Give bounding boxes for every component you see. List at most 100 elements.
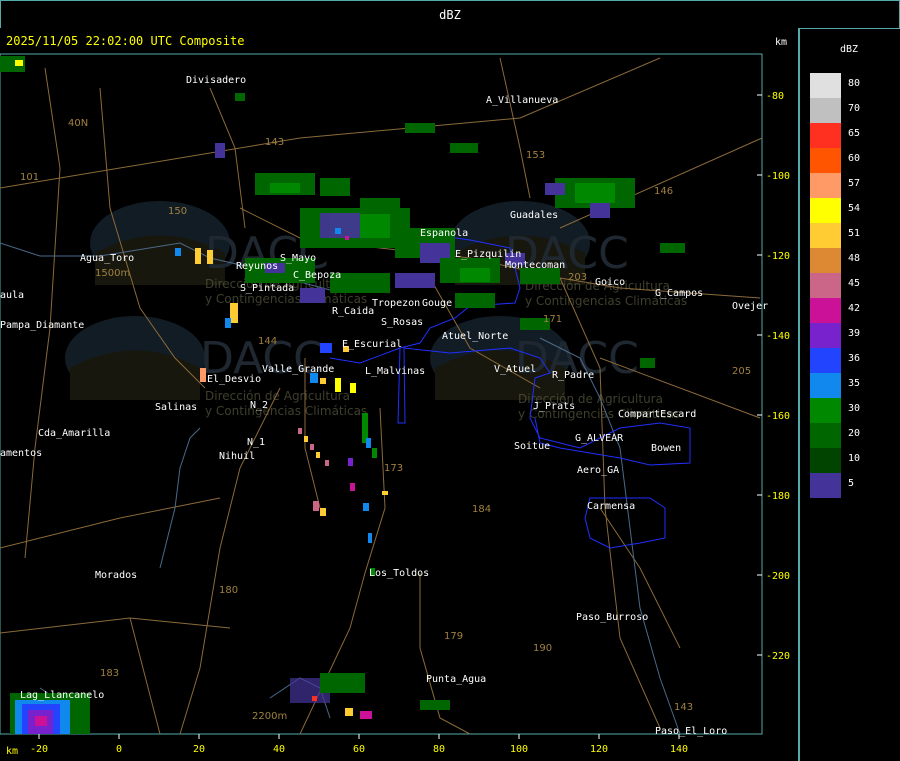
x-tick-label: 100 — [510, 744, 528, 755]
legend-value: 48 — [848, 253, 861, 264]
place-label: CompartEscard — [618, 409, 696, 420]
legend-row: 70 — [810, 98, 900, 123]
legend-value: 36 — [848, 353, 861, 364]
dbz-color-legend: dBZ 80 70 65 60 57 54 51 48 45 42 39 36 35 30 20 10 5 — [799, 28, 900, 761]
place-label: R_Padre — [552, 370, 594, 381]
place-label: Pampa_Diamante — [0, 320, 84, 331]
route-number: 101 — [20, 172, 39, 183]
route-number: 179 — [444, 631, 463, 642]
legend-value: 39 — [848, 328, 861, 339]
x-tick-label: 80 — [433, 744, 445, 755]
place-label: Gouge — [422, 298, 452, 309]
place-label: Soitue — [514, 441, 550, 452]
place-label: Valle_Grande — [262, 364, 334, 375]
place-label: N_2 — [250, 400, 268, 411]
legend-row: 36 — [810, 348, 900, 373]
radar-map-panel[interactable]: DACC DACC DACC DACC Dirección de Agricul… — [0, 28, 799, 761]
place-label: Paso_El_Loro — [655, 726, 727, 737]
place-label: C_Bepoza — [293, 270, 341, 281]
legend-row: 42 — [810, 298, 900, 323]
place-label: G_Campos — [655, 288, 703, 299]
place-label: S_Rosas — [381, 317, 423, 328]
place-label: amentos — [0, 448, 42, 459]
place-label: Nihuil — [219, 451, 255, 462]
legend-swatch — [810, 423, 841, 448]
legend-value: 35 — [848, 378, 861, 389]
x-tick-label: 140 — [670, 744, 688, 755]
x-tick-label: 20 — [193, 744, 205, 755]
legend-row: 48 — [810, 248, 900, 273]
legend-row: 57 — [810, 173, 900, 198]
route-number: 190 — [533, 643, 552, 654]
place-label: E_Escurial — [342, 339, 402, 350]
legend-swatch — [810, 198, 841, 223]
watermark-text: y Contingencias Climáticas — [205, 404, 367, 418]
route-number: 143 — [674, 702, 693, 713]
route-number: 173 — [384, 463, 403, 474]
x-tick-label: -20 — [30, 744, 48, 755]
place-label: Montecoman — [505, 260, 565, 271]
place-label: Paso_Burroso — [576, 612, 648, 623]
legend-row: 10 — [810, 448, 900, 473]
place-label: Tropezon — [372, 298, 420, 309]
legend-row: 35 — [810, 373, 900, 398]
place-label: S_Mayo — [280, 253, 316, 264]
place-label: Lag_Llancanelo — [20, 690, 104, 701]
place-label: Morados — [95, 570, 137, 581]
radar-map[interactable]: DACC DACC DACC DACC Dirección de Agricul… — [0, 28, 798, 761]
legend-swatch — [810, 248, 841, 273]
route-number: 150 — [168, 206, 187, 217]
legend-value: 5 — [848, 478, 855, 489]
route-number: 180 — [219, 585, 238, 596]
legend-swatch — [810, 273, 841, 298]
place-label: 2200m — [252, 711, 287, 722]
place-label: El_Desvio — [207, 374, 261, 385]
place-label: 1500m — [95, 268, 130, 279]
legend-value: 60 — [848, 153, 861, 164]
legend-row: 80 — [810, 73, 900, 98]
place-label: E_Pizquilin — [455, 249, 521, 260]
x-axis-unit: km — [6, 746, 18, 757]
place-label: Punta_Agua — [426, 674, 486, 685]
route-number: 40N — [68, 118, 88, 129]
place-label: Reyunos — [236, 261, 278, 272]
legend-value: 30 — [848, 403, 861, 414]
place-label: Ovejer — [732, 301, 768, 312]
place-label: Salinas — [155, 402, 197, 413]
place-label: aula — [0, 290, 24, 301]
x-tick-label: 60 — [353, 744, 365, 755]
legend-row: 51 — [810, 223, 900, 248]
legend-swatch — [810, 123, 841, 148]
legend-row: 45 — [810, 273, 900, 298]
legend-value: 57 — [848, 178, 861, 189]
legend-swatch — [810, 323, 841, 348]
y-tick-label: -100 — [766, 171, 790, 182]
legend-value: 54 — [848, 203, 861, 214]
place-label: Divisadero — [186, 75, 246, 86]
place-label: G_ALVEAR — [575, 433, 624, 444]
route-number: 203 — [568, 272, 587, 283]
place-label: Guadales — [510, 210, 558, 221]
place-label: Aero_GA — [577, 465, 619, 476]
watermark-text: Dirección de Agricultura — [205, 389, 350, 403]
route-number: 146 — [654, 186, 673, 197]
y-tick-label: -200 — [766, 571, 790, 582]
place-label: S_Pintada — [240, 283, 294, 294]
watermark-text: y Contingencias Climáticas — [205, 292, 367, 306]
legend-swatch — [810, 473, 841, 498]
km-units-label: km — [775, 37, 787, 48]
place-label: Goico — [595, 277, 625, 288]
legend-swatch — [810, 98, 841, 123]
legend-row: 20 — [810, 423, 900, 448]
place-label: Atuel_Norte — [442, 331, 508, 342]
place-label: V_Atuel — [494, 364, 536, 375]
window-title-bar: dBZ — [0, 0, 900, 29]
legend-value: 51 — [848, 228, 861, 239]
place-label: L_Malvinas — [365, 366, 425, 377]
legend-title: dBZ — [840, 44, 859, 55]
legend-row: 5 — [810, 473, 900, 498]
timestamp-header: 2025/11/05 22:02:00 UTC Composite — [6, 34, 244, 48]
y-tick-label: -220 — [766, 651, 790, 662]
route-number: 205 — [732, 366, 751, 377]
legend-swatch — [810, 223, 841, 248]
